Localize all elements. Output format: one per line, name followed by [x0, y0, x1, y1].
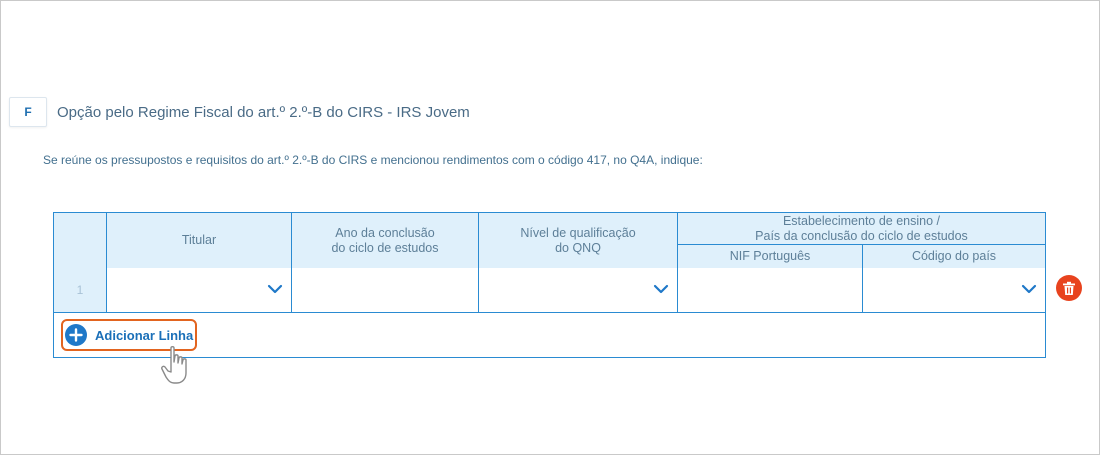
header-ano-line2: do ciclo de estudos	[331, 240, 439, 255]
ano-conclusao-input[interactable]	[292, 268, 478, 312]
section-header: F Opção pelo Regime Fiscal do art.º 2.º-…	[9, 97, 470, 127]
trash-icon	[1063, 281, 1075, 295]
nif-portugues-input[interactable]	[678, 268, 862, 312]
header-estab-line2: País da conclusão do ciclo de estudos	[755, 228, 968, 243]
grid-line	[54, 312, 1045, 313]
header-rownum	[54, 213, 106, 268]
row-number: 1	[54, 268, 106, 312]
delete-row-button[interactable]	[1056, 275, 1082, 301]
hand-cursor-icon	[161, 346, 187, 384]
form-frame: F Opção pelo Regime Fiscal do art.º 2.º-…	[0, 0, 1100, 455]
grid-line	[677, 244, 1045, 245]
header-nivel-qualificacao: Nível de qualificação do QNQ	[479, 213, 677, 268]
codigo-pais-select[interactable]	[863, 268, 1045, 312]
chevron-down-icon	[653, 284, 669, 294]
plus-circle-icon	[65, 324, 87, 346]
header-estabelecimento: Estabelecimento de ensino / País da conc…	[678, 213, 1045, 244]
section-letter-badge: F	[9, 97, 47, 127]
add-row-label: Adicionar Linha	[95, 327, 194, 343]
header-titular: Titular	[107, 213, 291, 268]
header-codigo-pais: Código do país	[863, 245, 1045, 268]
chevron-down-icon	[1021, 284, 1037, 294]
titular-select[interactable]	[107, 268, 291, 312]
header-nif-portugues: NIF Português	[678, 245, 862, 268]
header-nivel-line1: Nível de qualificação	[520, 225, 636, 240]
header-nivel-line2: do QNQ	[555, 240, 601, 255]
header-ano-line1: Ano da conclusão	[335, 225, 435, 240]
chevron-down-icon	[267, 284, 283, 294]
header-ano-conclusao: Ano da conclusão do ciclo de estudos	[292, 213, 478, 268]
nivel-qualificacao-select[interactable]	[479, 268, 677, 312]
header-estab-line1: Estabelecimento de ensino /	[782, 213, 941, 228]
irs-jovem-table: Titular Ano da conclusão do ciclo de est…	[53, 212, 1046, 358]
section-title: Opção pelo Regime Fiscal do art.º 2.º-B …	[57, 103, 470, 121]
intro-text: Se reúne os pressupostos e requisitos do…	[43, 153, 703, 167]
